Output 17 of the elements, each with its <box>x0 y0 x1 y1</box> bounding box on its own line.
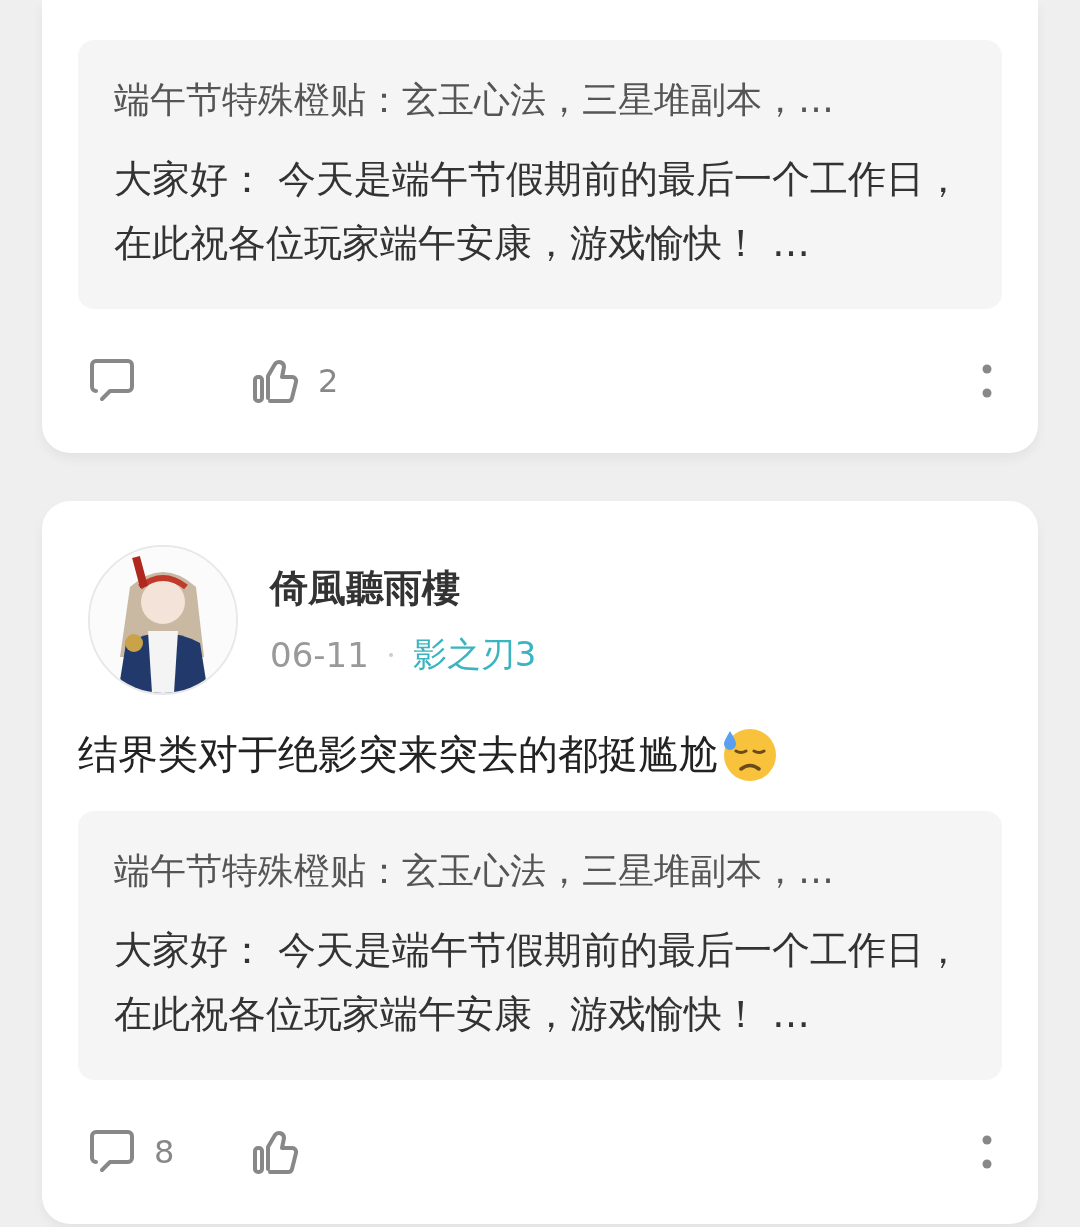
quoted-post-body: 大家好： 今天是端午节假期前的最后一个工作日，在此祝各位玩家端午安康，游戏愉快！ … <box>114 156 964 267</box>
comment-button[interactable]: 8 <box>88 1128 252 1176</box>
quoted-post-title: 端午节特殊橙贴：玄玉心法，三星堆副本，… <box>114 78 835 122</box>
more-button[interactable] <box>982 364 992 398</box>
like-button[interactable]: 2 <box>252 357 352 405</box>
author-name[interactable]: 倚風聽雨樓 <box>270 562 537 614</box>
quoted-post-title: 端午节特殊橙贴：玄玉心法，三星堆副本，… <box>114 849 835 893</box>
more-options-icon <box>982 364 992 398</box>
thumbs-up-icon <box>252 357 300 405</box>
quoted-post[interactable]: 端午节特殊橙贴：玄玉心法，三星堆副本，… 大家好： 今天是端午节假期前的最后一个工作日，在此祝各位玩家端午安康，游戏愉快！ … <box>78 40 1002 309</box>
quoted-post-body: 大家好： 今天是端午节假期前的最后一个工作日，在此祝各位玩家端午安康，游戏愉快！ … <box>114 927 964 1038</box>
more-options-icon <box>982 1135 992 1169</box>
thumbs-up-icon <box>252 1128 300 1176</box>
quoted-post[interactable]: 端午节特殊橙贴：玄玉心法，三星堆副本，… 大家好： 今天是端午节假期前的最后一个工作日，在此祝各位玩家端午安康，游戏愉快！ … <box>78 811 1002 1080</box>
post-text: 结界类对于绝影突来突去的都挺尴尬 <box>78 729 718 779</box>
post-date: 06-11 <box>270 634 369 675</box>
more-button[interactable] <box>982 1135 992 1169</box>
